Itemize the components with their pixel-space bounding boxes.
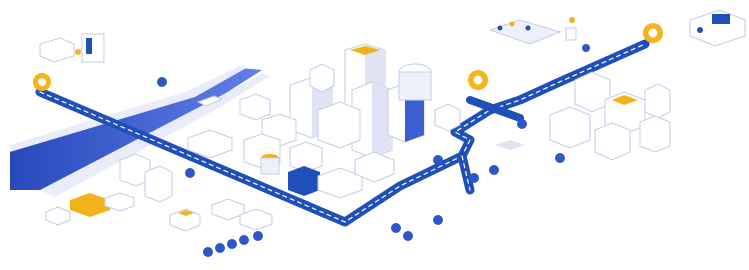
desk-icon bbox=[689, 9, 746, 47]
meeting-room-icon bbox=[488, 17, 577, 45]
workstation-icon bbox=[39, 33, 105, 63]
city-illustration bbox=[0, 0, 749, 270]
city-svg bbox=[10, 9, 746, 257]
